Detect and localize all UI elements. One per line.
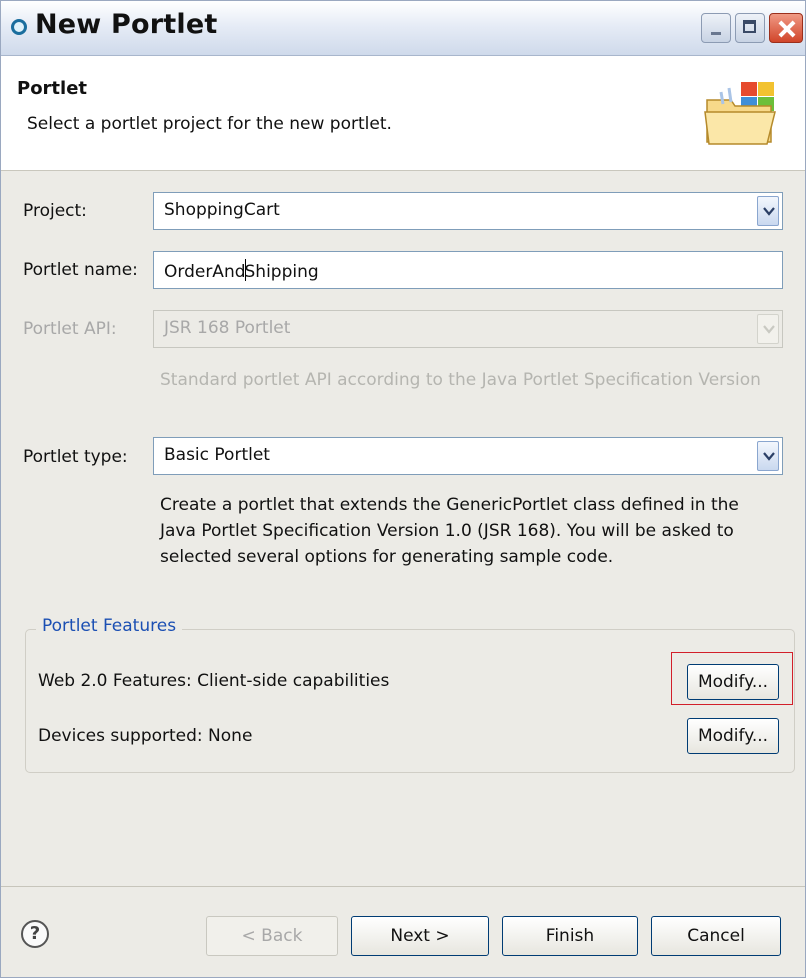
portlet-name-text: OrderAnd xyxy=(164,262,246,282)
back-button: < Back xyxy=(206,916,338,956)
window-title: New Portlet xyxy=(35,9,218,40)
finish-button[interactable]: Finish xyxy=(502,916,638,956)
footer-separator xyxy=(1,886,805,887)
portlet-wizard-icon xyxy=(11,19,27,35)
highlight-annotation xyxy=(671,652,793,705)
portlet-type-label: Portlet type: xyxy=(23,447,128,467)
help-icon[interactable]: ? xyxy=(21,920,49,948)
web20-features-label: Web 2.0 Features: Client-side capabiliti… xyxy=(38,671,390,691)
devices-supported-label: Devices supported: None xyxy=(38,726,253,746)
portlet-api-hint: Standard portlet API according to the Ja… xyxy=(160,370,761,390)
minimize-button[interactable] xyxy=(701,13,731,43)
wizard-header: Portlet Select a portlet project for the… xyxy=(1,56,805,171)
group-title: Portlet Features xyxy=(36,616,183,636)
portlet-name-input[interactable]: OrderAndShipping xyxy=(153,251,783,289)
portlet-api-dropdown: JSR 168 Portlet xyxy=(153,310,783,348)
project-dropdown[interactable]: ShoppingCart xyxy=(153,192,783,230)
modify-devices-button[interactable]: Modify... xyxy=(687,718,779,754)
portlet-type-dropdown[interactable]: Basic Portlet xyxy=(153,437,783,475)
page-description: Select a portlet project for the new por… xyxy=(27,114,392,134)
portlet-type-value: Basic Portlet xyxy=(164,445,270,465)
portlet-name-text-rest: Shipping xyxy=(244,262,319,282)
folder-banner-icon xyxy=(704,82,776,145)
project-value: ShoppingCart xyxy=(164,200,280,220)
portlet-type-hint-line: Java Portlet Specification Version 1.0 (… xyxy=(160,521,734,541)
maximize-button[interactable] xyxy=(735,13,765,43)
portlet-type-hint: Create a portlet that extends the Generi… xyxy=(160,492,739,570)
portlet-api-label: Portlet API: xyxy=(23,319,117,339)
cancel-button[interactable]: Cancel xyxy=(651,916,781,956)
new-portlet-dialog: New Portlet Portlet Select a portlet pro… xyxy=(0,0,806,978)
chevron-down-icon xyxy=(757,314,779,344)
title-bar[interactable]: New Portlet xyxy=(1,1,805,56)
portlet-api-value: JSR 168 Portlet xyxy=(164,318,291,338)
chevron-down-icon[interactable] xyxy=(757,196,779,226)
chevron-down-icon[interactable] xyxy=(757,441,779,471)
close-button[interactable] xyxy=(769,13,803,43)
project-label: Project: xyxy=(23,201,87,221)
portlet-type-hint-line: Create a portlet that extends the Generi… xyxy=(160,495,739,515)
page-title: Portlet xyxy=(17,78,88,99)
portlet-type-hint-line: selected several options for generating … xyxy=(160,547,614,567)
portlet-name-label: Portlet name: xyxy=(23,260,138,280)
next-button[interactable]: Next > xyxy=(351,916,489,956)
